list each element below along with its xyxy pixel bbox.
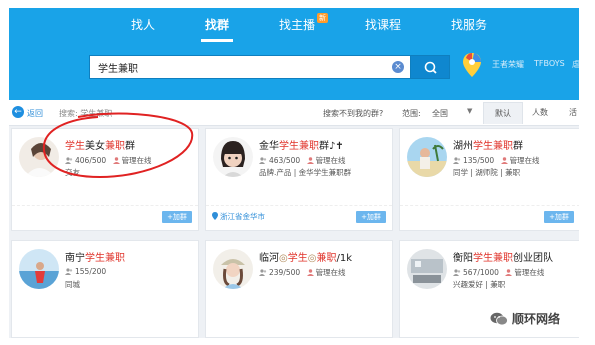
divider (206, 205, 392, 206)
group-name[interactable]: 金华学生兼职群♪✝ (259, 137, 344, 152)
avatar (213, 249, 253, 289)
range-select[interactable]: 全国 (432, 108, 448, 119)
nav-find-groups[interactable]: 找群 (200, 8, 234, 42)
hot-word-3[interactable]: 虐 (572, 59, 579, 70)
admin-status: 管理在线 (315, 268, 346, 277)
join-group-button[interactable]: +加群 (544, 211, 574, 223)
admin-status: 管理在线 (509, 156, 540, 165)
watermark: 顺环网络 (490, 310, 560, 327)
hot-word-2[interactable]: TFBOYS (534, 59, 565, 68)
group-location: 浙江省金华市 (212, 211, 265, 222)
avatar (19, 249, 59, 289)
not-found-link[interactable]: 搜索不到我的群? (323, 108, 383, 119)
group-card[interactable]: 湖州学生兼职群 135/500 管理在线 同学 | 湖师院 | 兼职 +加群 (399, 128, 579, 231)
location-icon (212, 212, 218, 220)
group-stats: 567/1000 管理在线 (453, 267, 544, 278)
admin-icon (505, 269, 513, 276)
annotation-circle (42, 112, 194, 179)
nav-find-streamers[interactable]: 找主播新 (278, 8, 328, 42)
join-group-button[interactable]: +加群 (162, 211, 192, 223)
back-icon[interactable]: ← (12, 106, 24, 118)
members-icon (65, 268, 73, 275)
search-button[interactable] (410, 55, 450, 79)
nav-find-people[interactable]: 找人 (131, 8, 155, 42)
divider (400, 205, 579, 206)
join-group-button[interactable]: +加群 (356, 211, 386, 223)
group-card[interactable]: 临河◎学生◎兼职/1k 239/500 管理在线 (205, 240, 393, 338)
members-icon (259, 157, 267, 164)
search-icon (424, 61, 437, 74)
admin-status: 管理在线 (315, 156, 346, 165)
members-icon (259, 269, 267, 276)
member-count: 155/200 (75, 267, 107, 276)
member-count: 567/1000 (463, 268, 499, 277)
group-stats: 155/200 (65, 267, 106, 276)
hot-word-1[interactable]: 王者荣耀 (492, 59, 524, 70)
emoji-icon: ◎ (279, 253, 288, 264)
search-band: 学生兼职 × 王者荣耀 TFBOYS 虐 (9, 42, 579, 100)
admin-icon (500, 157, 508, 164)
avatar (407, 249, 447, 289)
sort-tab-default[interactable]: 默认 (483, 102, 523, 124)
group-stats: 239/500 管理在线 (259, 267, 346, 278)
sort-tab-members[interactable]: 人数 (521, 102, 559, 124)
chevron-down-icon[interactable]: ▼ (467, 107, 472, 115)
member-count: 463/500 (269, 156, 301, 165)
members-icon (453, 269, 461, 276)
group-stats: 135/500 管理在线 (453, 155, 540, 166)
group-name[interactable]: 衡阳学生兼职创业团队 (453, 249, 553, 264)
search-input-value: 学生兼职 (98, 64, 138, 75)
avatar (407, 137, 447, 177)
avatar (213, 137, 253, 177)
new-badge: 新 (317, 13, 328, 23)
group-name[interactable]: 南宁学生兼职 (65, 249, 125, 264)
admin-status: 管理在线 (514, 268, 545, 277)
group-card[interactable]: 金华学生兼职群♪✝ 463/500 管理在线 品牌.产品 | 金华学生兼职群 浙… (205, 128, 393, 231)
nav-find-courses[interactable]: 找课程 (365, 8, 401, 42)
member-count: 135/500 (463, 156, 495, 165)
group-tags: 兴趣爱好 | 兼职 (453, 280, 506, 289)
range-label: 范围: (402, 109, 421, 118)
watermark-text: 顺环网络 (512, 312, 561, 326)
group-tags: 同城 (65, 280, 80, 289)
members-icon (453, 157, 461, 164)
group-stats: 463/500 管理在线 (259, 155, 346, 166)
group-card[interactable]: 南宁学生兼职 155/200 同城 (11, 240, 199, 338)
top-nav: 找人 找群 找主播新 找课程 找服务 (9, 8, 579, 42)
screenshot-frame: 找人 找群 找主播新 找课程 找服务 学生兼职 × 王者荣耀 TFBOYS 虐 … (0, 0, 595, 345)
admin-icon (306, 157, 314, 164)
admin-icon (306, 269, 314, 276)
wechat-icon (490, 312, 508, 325)
nav-find-streamers-label: 找主播 (278, 18, 315, 32)
search-input[interactable]: 学生兼职 × (89, 55, 411, 79)
sort-tab-active[interactable]: 活 (558, 102, 579, 124)
divider (12, 205, 198, 206)
group-name[interactable]: 湖州学生兼职群 (453, 137, 523, 152)
member-count: 239/500 (269, 268, 301, 277)
clear-icon[interactable]: × (392, 61, 404, 73)
group-tags: 同学 | 湖师院 | 兼职 (453, 168, 521, 177)
nav-find-services[interactable]: 找服务 (451, 8, 487, 42)
group-name[interactable]: 临河◎学生◎兼职/1k (259, 249, 352, 264)
location-pin-icon[interactable] (461, 52, 483, 78)
group-tags: 品牌.产品 | 金华学生兼职群 (259, 168, 352, 177)
